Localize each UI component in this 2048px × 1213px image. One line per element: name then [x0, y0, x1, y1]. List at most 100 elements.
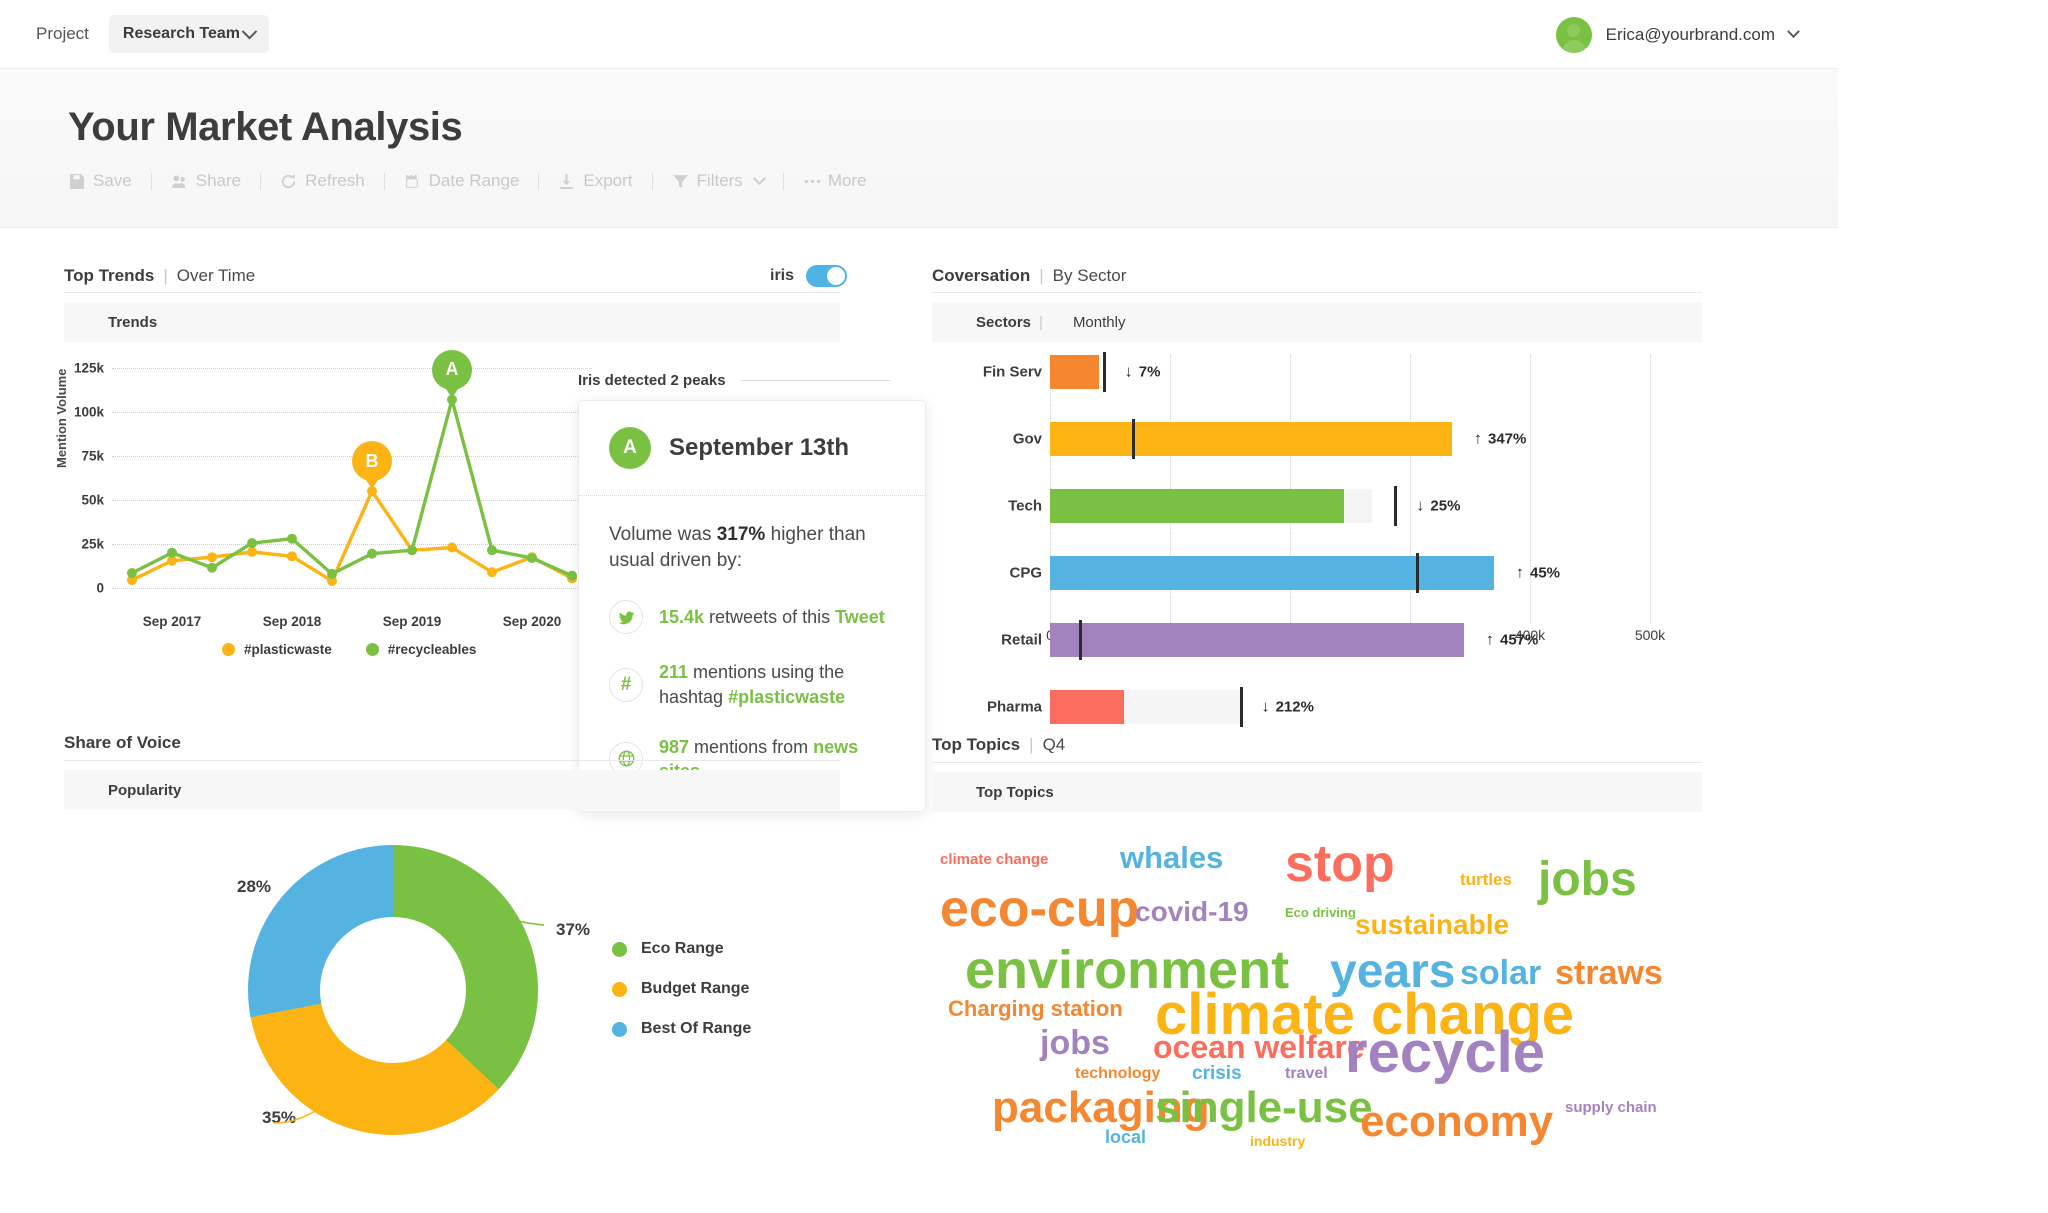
bar-delta-value: 45% [1530, 565, 1560, 582]
avatar [1556, 17, 1592, 53]
word-cloud-term[interactable]: Charging station [948, 998, 1123, 1020]
peak-marker-a[interactable]: A [432, 350, 472, 390]
toolbar-more-button[interactable]: More [803, 171, 867, 191]
donut-legend-item[interactable]: Eco Range [612, 940, 751, 958]
word-cloud-term[interactable]: crisis [1192, 1064, 1242, 1083]
bar-row[interactable]: Tech ↓25% [950, 489, 1650, 523]
word-cloud-term[interactable]: eco-cup [940, 883, 1139, 935]
toolbar-export-button[interactable]: Export [558, 171, 632, 191]
iris-label: iris [770, 267, 794, 285]
word-cloud-term[interactable]: climate change [940, 852, 1048, 867]
bar-fill [1050, 556, 1494, 590]
iris-driver-link[interactable]: #plasticwaste [728, 687, 845, 707]
bar-row[interactable]: Pharma↓212% [950, 690, 1650, 724]
word-cloud-term[interactable]: ocean welfare [1153, 1031, 1365, 1063]
legend-label: #recycleables [388, 642, 477, 657]
gridline [1650, 355, 1651, 623]
word-cloud-term[interactable]: supply chain [1565, 1100, 1657, 1115]
legend-dot [612, 1022, 627, 1037]
chevron-down-icon [1787, 25, 1800, 38]
legend-dot [222, 643, 235, 656]
panel-title-top-topics: Top Topics|Q4 [932, 735, 1065, 755]
bar-delta-label: ↓25% [1416, 498, 1460, 515]
legend-dot [612, 942, 627, 957]
line-chart-legend: #plasticwaste #recycleables [222, 642, 476, 657]
word-cloud-term[interactable]: local [1105, 1128, 1146, 1146]
panel-title-main: Top Topics [932, 735, 1020, 754]
iris-detected-text: Iris detected 2 peaks [578, 372, 726, 389]
panel-title-conversation: Coversation|By Sector [932, 266, 1126, 286]
toolbar-refresh-button[interactable]: Refresh [280, 171, 365, 191]
subbar-label: Popularity [108, 782, 181, 799]
donut-legend-item[interactable]: Best Of Range [612, 1020, 751, 1038]
bar-delta-label: ↑457% [1486, 632, 1538, 649]
word-cloud-term[interactable]: travel [1285, 1066, 1328, 1082]
bar-target-marker [1103, 352, 1106, 392]
word-cloud-term[interactable]: whales [1120, 842, 1223, 873]
peak-marker-b[interactable]: B [352, 441, 392, 481]
lead-pre: Volume was [609, 524, 717, 545]
word-cloud-term[interactable]: turtles [1460, 871, 1512, 888]
bar-row[interactable]: Gov↑347% [950, 422, 1650, 456]
panel-title-sub: By Sector [1053, 266, 1127, 285]
bar-category-label: Tech [952, 498, 1042, 515]
legend-dot [366, 643, 379, 656]
donut-label-budget: 35% [262, 1108, 296, 1128]
iris-driver-text: 15.4k retweets of this Tweet [659, 605, 885, 629]
donut-legend-item[interactable]: Budget Range [612, 980, 751, 998]
legend-item[interactable]: #recycleables [366, 642, 477, 657]
bar-category-label: Gov [952, 431, 1042, 448]
iris-toggle-group[interactable]: iris [770, 265, 847, 287]
trends-line-chart: Mention Volume 025k50k75k100k125kSep 201… [60, 350, 640, 660]
word-cloud-term[interactable]: jobs [1040, 1026, 1110, 1060]
peak-marker-label: A [446, 359, 459, 380]
word-cloud-term[interactable]: industry [1250, 1134, 1305, 1148]
panel-title-main: Share of Voice [64, 733, 181, 752]
iris-driver-link[interactable]: Tweet [835, 607, 885, 627]
bar-target-marker [1240, 687, 1243, 727]
iris-driver-value: 15.4k [659, 607, 704, 627]
word-cloud-term[interactable]: recycle [1345, 1024, 1545, 1082]
toolbar-date-range-button[interactable]: Date Range [404, 171, 520, 191]
iris-toggle[interactable] [806, 265, 847, 287]
word-cloud-term[interactable]: Eco driving [1285, 906, 1356, 919]
arrow-up-icon: ↑ [1486, 632, 1494, 648]
chevron-down-icon [753, 172, 766, 185]
iris-lead-text: Volume was 317% higher than usual driven… [609, 522, 895, 574]
iris-peak-card[interactable]: A September 13th Volume was 317% higher … [578, 400, 926, 812]
word-cloud-term[interactable]: stop [1285, 838, 1395, 890]
project-select[interactable]: Research Team [109, 15, 269, 53]
word-cloud-term[interactable]: technology [1075, 1066, 1160, 1082]
bar-fill [1050, 623, 1464, 657]
toolbar-filters-button[interactable]: Filters [672, 171, 764, 191]
word-cloud-term[interactable]: single-use [1155, 1086, 1373, 1130]
bar-row[interactable]: Retail↑457% [950, 623, 1650, 657]
word-cloud-term[interactable]: covid-19 [1135, 898, 1249, 926]
toolbar-share-button[interactable]: Share [171, 171, 241, 191]
divider [740, 380, 890, 381]
dashboard-page: Project Research Team Erica@yourbrand.co… [0, 0, 2048, 1213]
bar-row[interactable]: Fin Serv↓7% [950, 355, 1650, 389]
iris-driver-list: 15.4k retweets of this Tweet #211 mention… [609, 600, 895, 782]
refresh-icon [280, 173, 297, 190]
word-cloud-term[interactable]: sustainable [1355, 911, 1509, 939]
ellipsis-icon [803, 173, 820, 190]
word-cloud-term[interactable]: economy [1360, 1100, 1553, 1144]
word-cloud-term[interactable]: jobs [1538, 856, 1637, 904]
toolbar-item-label: Share [196, 171, 241, 191]
iris-driver-item[interactable]: 15.4k retweets of this Tweet [609, 600, 895, 634]
toolbar-save-button[interactable]: Save [68, 171, 132, 191]
bar-delta-value: 25% [1430, 498, 1460, 515]
bar-row[interactable]: CPG↑45% [950, 556, 1650, 590]
y-axis-tick: 100k [74, 405, 104, 420]
project-label: Project [36, 24, 89, 44]
iris-driver-mid: mentions from [689, 737, 813, 757]
bar-target-marker [1079, 620, 1082, 660]
legend-item[interactable]: #plasticwaste [222, 642, 332, 657]
project-select-value: Research Team [123, 25, 240, 43]
user-menu[interactable]: Erica@yourbrand.com [1556, 0, 1798, 69]
calendar-icon [404, 173, 421, 190]
subbar-sub: Monthly [1073, 314, 1126, 331]
x-axis-tick: Sep 2019 [383, 614, 442, 629]
iris-driver-item[interactable]: #211 mentions using the hashtag #plastic… [609, 660, 895, 708]
